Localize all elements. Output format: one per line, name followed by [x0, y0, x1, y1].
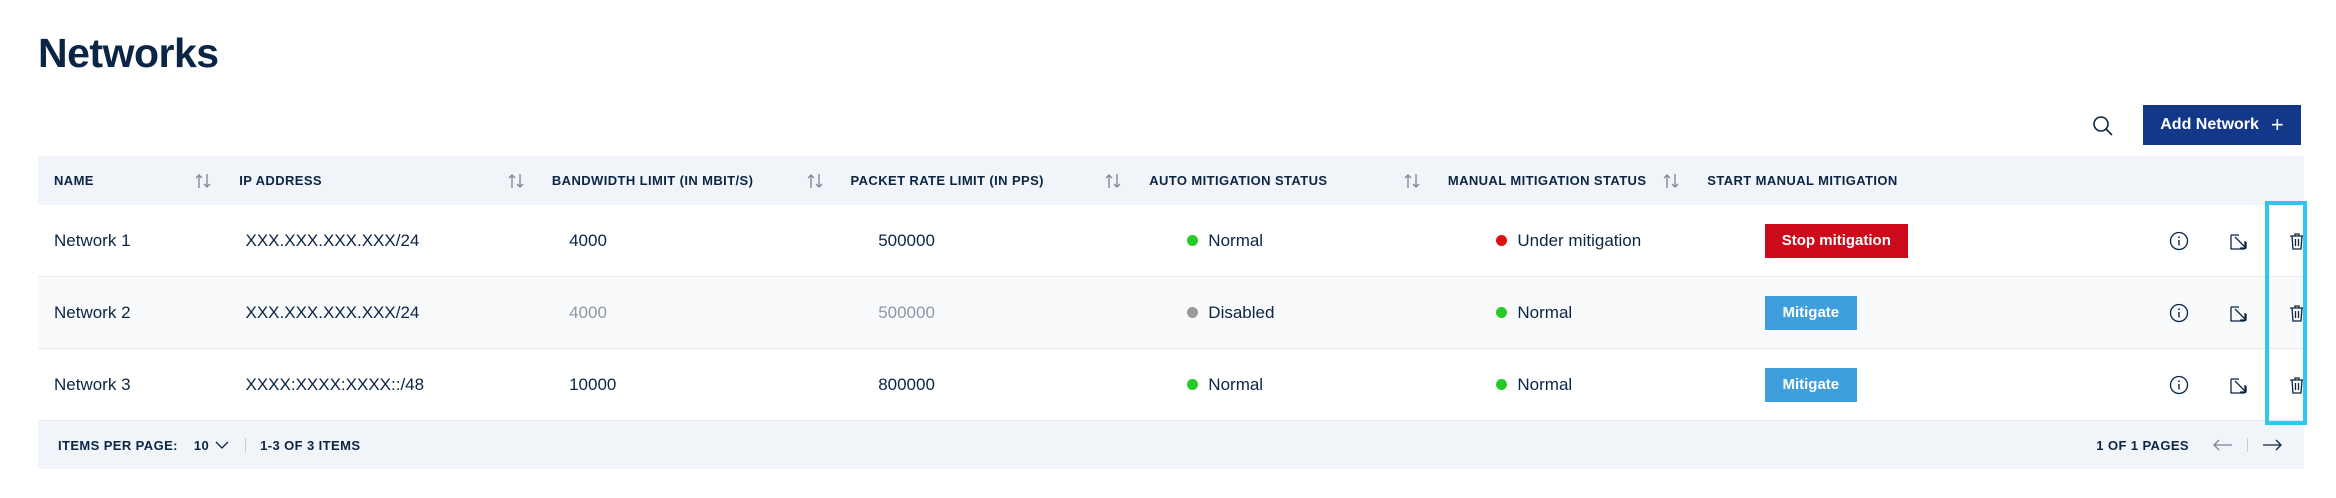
edit-icon[interactable] [2225, 371, 2253, 399]
info-icon[interactable] [2165, 371, 2193, 399]
cell-packet-rate: 800000 [878, 374, 935, 394]
cell-manual-status: Normal [1480, 349, 1748, 420]
plus-icon: + [2270, 112, 2284, 137]
col-header-auto-status: Auto Mitigation Status [1133, 156, 1432, 205]
cell-auto-status: Normal [1171, 205, 1480, 276]
col-header-bandwidth: Bandwidth Limit (in Mbit/s) [536, 156, 835, 205]
cell-bandwidth: 4000 [569, 302, 607, 322]
page-title: Networks [38, 30, 219, 76]
search-button[interactable] [2083, 106, 2123, 146]
sort-icon[interactable] [1663, 172, 1679, 190]
networks-table: Name IP Address Bandwidth Limit (in Mbit… [38, 156, 2304, 469]
col-header-manual-status: Manual Mitigation Status [1432, 156, 1691, 205]
col-header-start-mitigation: Start Manual Mitigation [1707, 173, 1898, 188]
cell-packet-rate: 500000 [878, 230, 935, 250]
row-actions [1991, 277, 2304, 348]
col-header-name: Name [38, 156, 223, 205]
items-per-page-select[interactable]: 10 [194, 438, 229, 453]
row-actions [1991, 349, 2304, 420]
status-dot-normal [1496, 379, 1508, 390]
delete-column-highlight [2265, 201, 2307, 425]
col-header-packet-rate: Packet Rate Limit (in PPS) [835, 156, 1134, 205]
table-row: Network 2 XXX.XXX.XXX.XXX/24 4000 500000… [38, 277, 2304, 349]
cell-name: Network 2 [54, 302, 131, 322]
cell-manual-status: Normal [1480, 277, 1748, 348]
item-range: 1-3 of 3 items [260, 437, 361, 453]
status-dot-disabled [1187, 307, 1199, 318]
cell-auto-status: Normal [1171, 349, 1480, 420]
cell-action: Mitigate [1749, 277, 1991, 348]
sort-icon[interactable] [508, 172, 524, 190]
cell-name: Network 1 [54, 230, 131, 250]
status-dot-normal [1496, 307, 1508, 318]
cell-ip: XXXX:XXXX:XXXX::/48 [245, 374, 425, 394]
next-page-icon[interactable] [2260, 435, 2284, 455]
divider [2247, 438, 2248, 452]
items-per-page-label: Items per page: [58, 437, 178, 453]
sort-icon[interactable] [1105, 172, 1121, 190]
status-dot-mitigating [1496, 235, 1508, 246]
search-icon [2093, 116, 2113, 136]
mitigate-button[interactable]: Mitigate [1764, 367, 1857, 402]
status-dot-normal [1187, 379, 1199, 390]
info-icon[interactable] [2165, 227, 2193, 255]
sort-icon[interactable] [1404, 172, 1420, 190]
edit-icon[interactable] [2225, 299, 2253, 327]
stop-mitigation-button[interactable]: Stop mitigation [1764, 223, 1908, 258]
prev-page-icon[interactable] [2211, 435, 2235, 455]
table-row: Network 1 XXX.XXX.XXX.XXX/24 4000 500000… [38, 205, 2304, 277]
cell-ip: XXX.XXX.XXX.XXX/24 [245, 302, 420, 322]
table-header: Name IP Address Bandwidth Limit (in Mbit… [38, 156, 2304, 205]
sort-icon[interactable] [195, 172, 211, 190]
col-header-ip: IP Address [223, 156, 536, 205]
cell-bandwidth: 4000 [569, 230, 607, 250]
mitigate-button[interactable]: Mitigate [1764, 295, 1857, 330]
chevron-down-icon [215, 441, 229, 449]
cell-manual-status: Under mitigation [1480, 205, 1748, 276]
edit-icon[interactable] [2225, 227, 2253, 255]
divider [245, 438, 247, 452]
add-network-label: Add Network [2160, 116, 2259, 133]
table-row: Network 3 XXXX:XXXX:XXXX::/48 10000 8000… [38, 349, 2304, 421]
table-footer: Items per page: 10 1-3 of 3 items 1 of 1… [38, 421, 2304, 469]
sort-icon[interactable] [807, 172, 823, 190]
cell-action: Mitigate [1749, 349, 1991, 420]
status-dot-normal [1187, 235, 1199, 246]
cell-ip: XXX.XXX.XXX.XXX/24 [245, 230, 420, 250]
add-network-button[interactable]: Add Network + [2143, 105, 2301, 145]
row-actions [1991, 205, 2304, 276]
cell-action: Stop mitigation [1749, 205, 1991, 276]
cell-bandwidth: 10000 [569, 374, 617, 394]
cell-packet-rate: 500000 [878, 302, 935, 322]
page-count: 1 of 1 pages [2096, 437, 2189, 453]
info-icon[interactable] [2165, 299, 2193, 327]
cell-auto-status: Disabled [1171, 277, 1480, 348]
cell-name: Network 3 [54, 374, 131, 394]
